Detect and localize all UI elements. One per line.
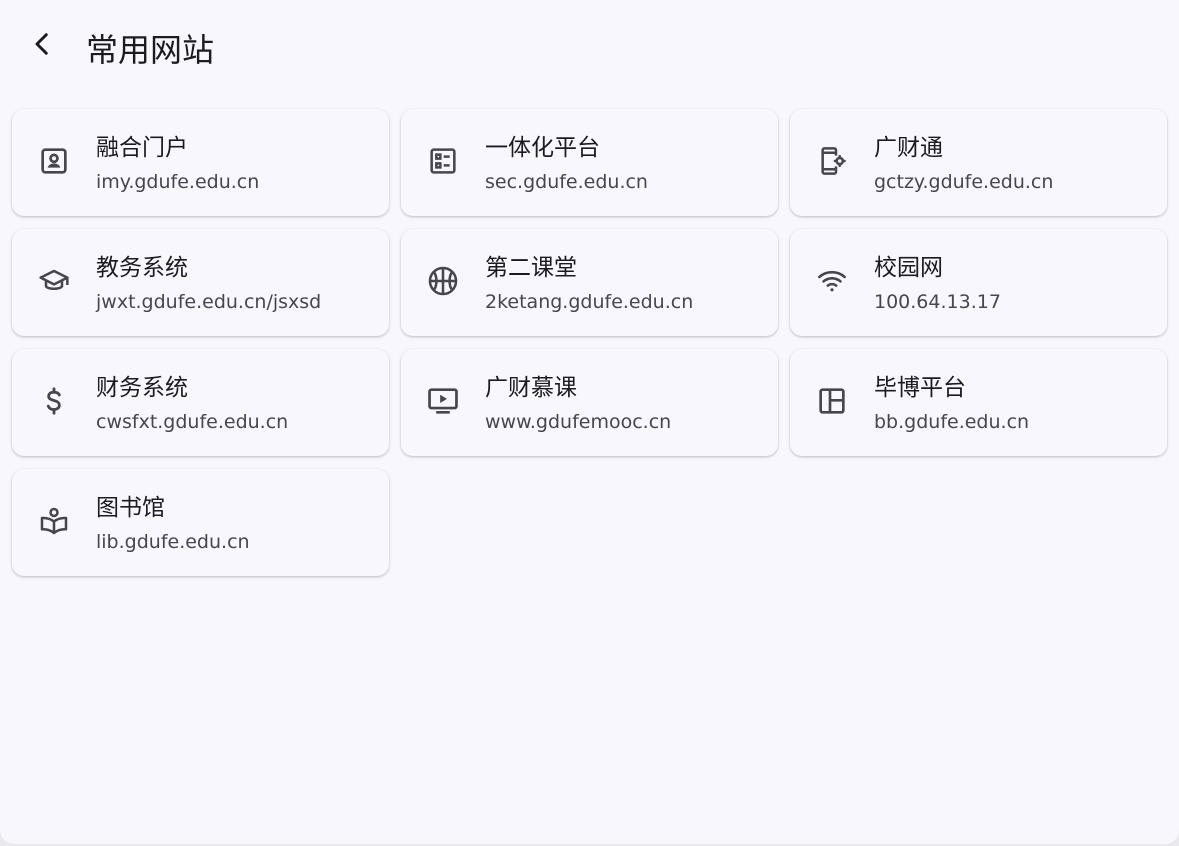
site-card[interactable]: 图书馆 lib.gdufe.edu.cn [12, 469, 389, 576]
site-name: 教务系统 [96, 255, 188, 281]
site-card[interactable]: 财务系统 cwsfxt.gdufe.edu.cn [12, 349, 389, 456]
site-url: sec.gdufe.edu.cn [485, 171, 648, 193]
video-play-icon [426, 384, 460, 418]
site-name: 广财慕课 [485, 375, 577, 401]
site-name: 图书馆 [96, 495, 165, 521]
site-name: 第二课堂 [485, 255, 577, 281]
site-url: cwsfxt.gdufe.edu.cn [96, 411, 289, 433]
site-grid: 融合门户 imy.gdufe.edu.cn 一体化平台 sec.gdufe.ed… [12, 109, 1167, 576]
site-card[interactable]: 一体化平台 sec.gdufe.edu.cn [401, 109, 778, 216]
site-url: imy.gdufe.edu.cn [96, 171, 260, 193]
app-window: 常用网站 融合门户 imy.gdufe.edu.cn 一体化平台 sec.gdu… [0, 0, 1179, 844]
phone-settings-icon [815, 144, 849, 178]
site-name: 财务系统 [96, 375, 188, 401]
site-name: 融合门户 [96, 135, 188, 161]
site-name: 校园网 [874, 255, 943, 281]
site-url: lib.gdufe.edu.cn [96, 531, 250, 553]
arrow-back-icon [27, 29, 57, 63]
site-url: jwxt.gdufe.edu.cn/jsxsd [96, 291, 322, 313]
portrait-icon [37, 144, 71, 178]
site-url: 2ketang.gdufe.edu.cn [485, 291, 694, 313]
site-url: gctzy.gdufe.edu.cn [874, 171, 1054, 193]
site-url: 100.64.13.17 [874, 291, 1001, 313]
site-name: 毕博平台 [874, 375, 966, 401]
page-title: 常用网站 [86, 31, 215, 69]
list-alt-icon [426, 144, 460, 178]
site-card[interactable]: 融合门户 imy.gdufe.edu.cn [12, 109, 389, 216]
app-bar: 常用网站 [0, 0, 1179, 100]
dollar-icon [37, 384, 71, 418]
dashboard-layout-icon [815, 384, 849, 418]
site-card[interactable]: 广财通 gctzy.gdufe.edu.cn [790, 109, 1167, 216]
site-url: bb.gdufe.edu.cn [874, 411, 1030, 433]
site-card[interactable]: 教务系统 jwxt.gdufe.edu.cn/jsxsd [12, 229, 389, 336]
site-name: 一体化平台 [485, 135, 600, 161]
site-card[interactable]: 毕博平台 bb.gdufe.edu.cn [790, 349, 1167, 456]
site-card[interactable]: 校园网 100.64.13.17 [790, 229, 1167, 336]
site-card[interactable]: 第二课堂 2ketang.gdufe.edu.cn [401, 229, 778, 336]
site-url: www.gdufemooc.cn [485, 411, 672, 433]
local-library-icon [37, 504, 71, 538]
school-icon [37, 264, 71, 298]
sports-basketball-icon [426, 264, 460, 298]
site-name: 广财通 [874, 135, 943, 161]
site-card[interactable]: 广财慕课 www.gdufemooc.cn [401, 349, 778, 456]
back-button[interactable] [18, 22, 66, 70]
wifi-icon [815, 264, 849, 298]
